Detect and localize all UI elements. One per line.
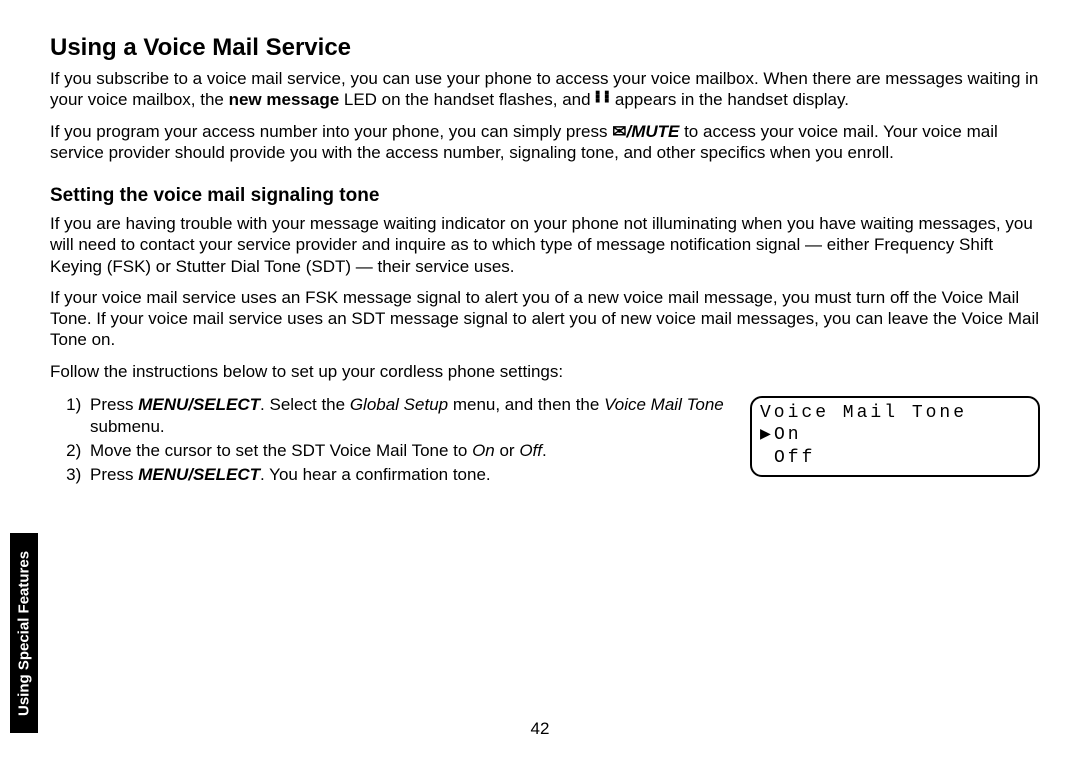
text: Press [90, 465, 138, 484]
step-3: Press MENU/SELECT. You hear a confirmati… [86, 464, 730, 486]
voice-mail-tone-submenu: Voice Mail Tone [604, 395, 724, 414]
section-tab: Using Special Features [10, 533, 38, 733]
intro-paragraph-1: If you subscribe to a voice mail service… [50, 68, 1040, 111]
steps-and-display-row: Press MENU/SELECT. Select the Global Set… [50, 392, 1040, 488]
cursor-icon: ▶ [760, 424, 774, 447]
instruction-steps: Press MENU/SELECT. Select the Global Set… [50, 394, 730, 488]
mute-key-label: /MUTE [626, 122, 679, 141]
manual-page: Using a Voice Mail Service If you subscr… [0, 0, 1080, 759]
text: menu, and then the [448, 395, 604, 414]
text: submenu. [90, 417, 165, 436]
text: Move the cursor to set the SDT Voice Mai… [90, 441, 472, 460]
text: appears in the handset display. [610, 90, 849, 109]
new-message-label: new message [229, 90, 340, 109]
option-on: On [472, 441, 495, 460]
page-number: 42 [0, 719, 1080, 739]
intro-paragraph-2: If you program your access number into y… [50, 121, 1040, 164]
page-title: Using a Voice Mail Service [50, 34, 1040, 62]
cursor-spacer [760, 447, 774, 470]
body-paragraph-3: If you are having trouble with your mess… [50, 213, 1040, 277]
text: . [542, 441, 547, 460]
text: Press [90, 395, 138, 414]
envelope-icon: ✉ [612, 122, 626, 141]
section-subheading: Setting the voice mail signaling tone [50, 185, 1040, 207]
text: or [495, 441, 520, 460]
menu-select-key: MENU/SELECT [138, 395, 260, 414]
step-1: Press MENU/SELECT. Select the Global Set… [86, 394, 730, 438]
text: LED on the handset flashes, and [339, 90, 595, 109]
menu-select-key: MENU/SELECT [138, 465, 260, 484]
option-off: Off [519, 441, 542, 460]
lcd-option-off: Off [774, 448, 815, 468]
text: . Select the [260, 395, 350, 414]
lcd-option-on: On [774, 425, 802, 445]
voicemail-indicator-icon: ■ ■■ ■■ ■ [595, 91, 610, 103]
body-paragraph-5: Follow the instructions below to set up … [50, 361, 1040, 382]
body-paragraph-4: If your voice mail service uses an FSK m… [50, 287, 1040, 351]
text: . You hear a confirmation tone. [260, 465, 491, 484]
handset-display-illustration: Voice Mail Tone ▶On Off [750, 396, 1040, 478]
step-2: Move the cursor to set the SDT Voice Mai… [86, 440, 730, 462]
global-setup-menu: Global Setup [350, 395, 448, 414]
text: If you program your access number into y… [50, 122, 612, 141]
lcd-line-title: Voice Mail Tone [760, 403, 967, 423]
